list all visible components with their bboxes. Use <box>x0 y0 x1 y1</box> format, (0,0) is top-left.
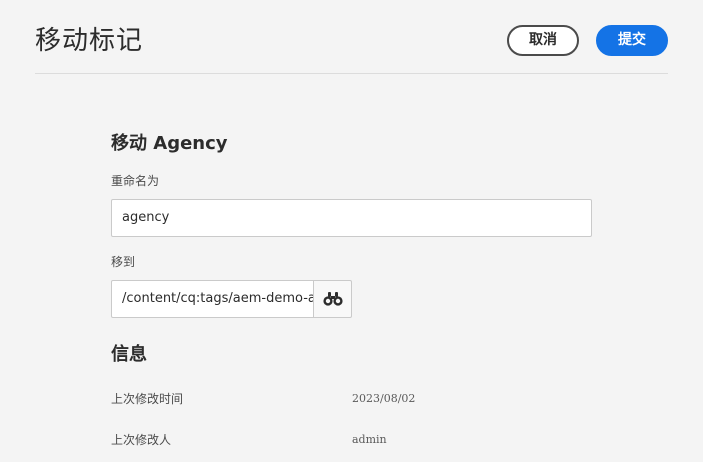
browse-path-button[interactable] <box>313 280 352 318</box>
cancel-button[interactable]: 取消 <box>507 25 579 56</box>
last-modified-by-label: 上次修改人 <box>111 433 172 447</box>
binoculars-icon <box>322 292 343 306</box>
header-divider <box>35 73 668 74</box>
submit-button[interactable]: 提交 <box>596 25 668 56</box>
last-modified-by-value: admin <box>352 433 387 446</box>
rename-input[interactable]: agency <box>111 199 592 237</box>
move-to-label: 移到 <box>111 255 136 269</box>
info-section-heading: 信息 <box>111 344 147 365</box>
move-section-heading: 移动 Agency <box>111 133 228 154</box>
move-to-path-input[interactable]: /content/cq:tags/aem-demo-assets <box>111 280 314 318</box>
last-modified-time-label: 上次修改时间 <box>111 392 184 406</box>
move-tag-page: 移动标记 取消 提交 移动 Agency 重命名为 agency 移到 /con… <box>0 0 703 462</box>
page-title: 移动标记 <box>35 26 144 56</box>
last-modified-time-value: 2023/08/02 <box>352 392 416 405</box>
rename-label: 重命名为 <box>111 174 160 188</box>
